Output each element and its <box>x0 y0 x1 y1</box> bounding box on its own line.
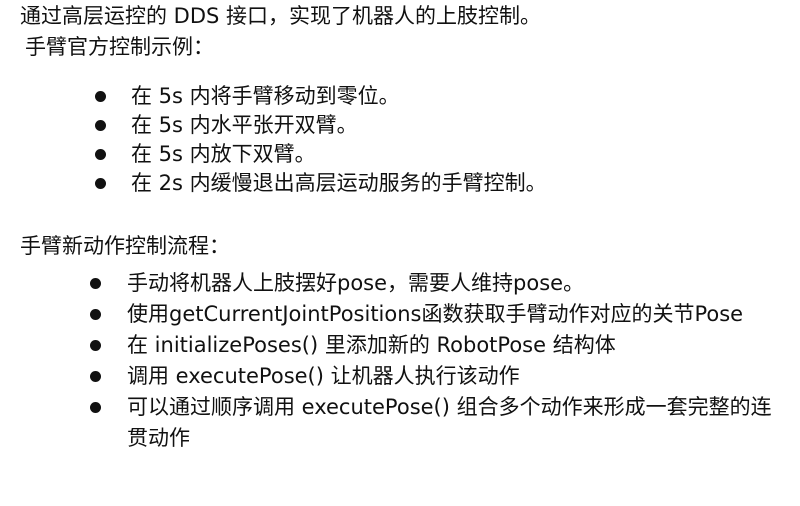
list-item: 在 5s 内水平张开双臂。 <box>95 111 547 140</box>
list-item: 手动将机器人上肢摆好pose，需要人维持pose。 <box>90 268 787 299</box>
list-item: 在 5s 内放下双臂。 <box>95 140 547 169</box>
flow-heading: 手臂新动作控制流程： <box>20 234 230 258</box>
intro-text: 通过高层运控的 DDS 接口，实现了机器人的上肢控制。 <box>20 4 542 28</box>
list-item: 在 2s 内缓慢退出高层运动服务的手臂控制。 <box>95 169 547 198</box>
list-item: 在 5s 内将手臂移动到零位。 <box>95 82 547 111</box>
list-item: 调用 executePose() 让机器人执行该动作 <box>90 361 787 392</box>
list-item: 使用getCurrentJointPositions函数获取手臂动作对应的关节P… <box>90 299 787 330</box>
example-heading: 手臂官方控制示例： <box>25 35 214 59</box>
list-item: 可以通过顺序调用 executePose() 组合多个动作来形成一套完整的连贯动… <box>90 392 787 454</box>
document-page: 通过高层运控的 DDS 接口，实现了机器人的上肢控制。 手臂官方控制示例： 在 … <box>0 0 800 506</box>
example-list: 在 5s 内将手臂移动到零位。 在 5s 内水平张开双臂。 在 5s 内放下双臂… <box>95 82 547 198</box>
flow-list: 手动将机器人上肢摆好pose，需要人维持pose。 使用getCurrentJo… <box>90 268 787 454</box>
list-item: 在 initializePoses() 里添加新的 RobotPose 结构体 <box>90 330 787 361</box>
